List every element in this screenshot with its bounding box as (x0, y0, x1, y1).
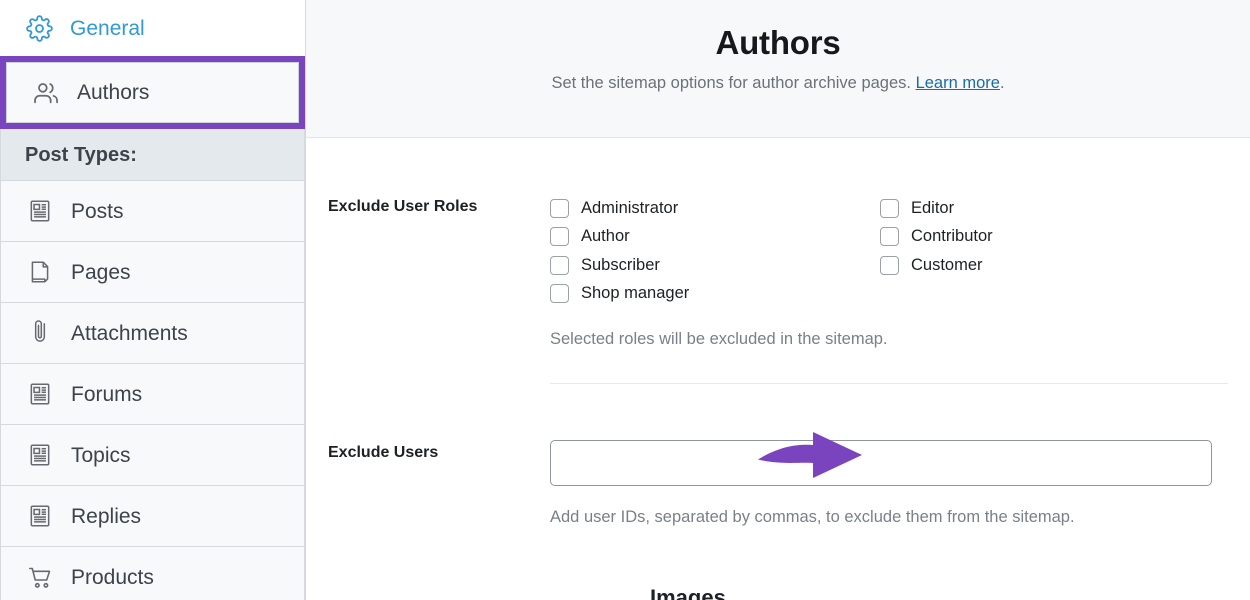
sidebar-item-label: Replies (71, 504, 142, 528)
sidebar-item-replies[interactable]: Replies (0, 486, 305, 547)
checkbox-row-editor[interactable]: Editor (880, 194, 1210, 223)
checkbox-label: Contributor (911, 227, 993, 246)
sidebar-item-label: Attachments (71, 321, 188, 345)
images-section-heading: Images (650, 585, 726, 600)
settings-sidebar: General Authors Post Types: Posts Pages … (0, 0, 306, 600)
checkbox-label: Customer (911, 255, 983, 274)
gear-icon (24, 13, 54, 43)
exclude-users-helper: Add user IDs, separated by commas, to ex… (550, 508, 1075, 526)
users-icon (31, 78, 61, 108)
checkbox-label: Shop manager (581, 284, 690, 303)
checkbox-contributor[interactable] (880, 227, 899, 247)
exclude-users-label: Exclude Users (328, 444, 439, 461)
checkbox-label: Administrator (581, 198, 679, 217)
sidebar-item-label: Posts (71, 199, 124, 223)
main-content: Authors Set the sitemap options for auth… (306, 0, 1250, 600)
checkbox-row-author[interactable]: Author (550, 223, 880, 252)
settings-body: Exclude User Roles Administrator Author (306, 138, 1250, 600)
checkbox-shop-manager[interactable] (550, 284, 569, 304)
authors-highlight-box: Authors (0, 56, 305, 129)
learn-more-link[interactable]: Learn more (916, 74, 1000, 92)
page-icon (25, 257, 55, 287)
sidebar-item-authors[interactable]: Authors (6, 62, 299, 123)
sidebar-item-general[interactable]: General (0, 0, 305, 56)
checkbox-row-contributor[interactable]: Contributor (880, 223, 1210, 252)
role-checkbox-grid: Administrator Author Subscriber Shop man… (550, 194, 1228, 308)
sidebar-item-forums[interactable]: Forums (0, 364, 305, 425)
page-header: Authors Set the sitemap options for auth… (306, 0, 1250, 138)
sidebar-section-label: Post Types: (25, 143, 137, 166)
checkbox-author[interactable] (550, 227, 569, 247)
sidebar-item-label: Products (71, 565, 154, 589)
sidebar-item-attachments[interactable]: Attachments (0, 303, 305, 364)
checkbox-editor[interactable] (880, 198, 899, 218)
sidebar-item-general-label: General (70, 16, 145, 40)
field-exclude-user-roles: Exclude User Roles Administrator Author (328, 138, 1228, 384)
sidebar-item-pages[interactable]: Pages (0, 242, 305, 303)
sidebar-section-post-types: Post Types: (0, 129, 305, 181)
checkbox-administrator[interactable] (550, 198, 569, 218)
exclude-user-roles-helper: Selected roles will be excluded in the s… (550, 330, 888, 348)
checkbox-subscriber[interactable] (550, 255, 569, 275)
exclude-user-roles-control: Administrator Author Subscriber Shop man… (550, 194, 1228, 384)
field-exclude-users: Exclude Users Add user IDs, separated by… (328, 384, 1228, 527)
paperclip-icon (25, 318, 55, 348)
checkbox-row-administrator[interactable]: Administrator (550, 194, 880, 223)
checkbox-label: Subscriber (581, 255, 660, 274)
checkbox-row-shop-manager[interactable]: Shop manager (550, 280, 880, 309)
page-description-period: . (999, 74, 1005, 92)
document-text-icon (25, 440, 55, 470)
exclude-users-control: Add user IDs, separated by commas, to ex… (550, 440, 1228, 527)
document-text-icon (25, 196, 55, 226)
document-text-icon (25, 379, 55, 409)
checkbox-row-customer[interactable]: Customer (880, 251, 1210, 280)
sidebar-item-authors-label: Authors (77, 81, 150, 104)
sidebar-item-products[interactable]: Products (0, 547, 305, 600)
role-column-right: Editor Contributor Customer (880, 194, 1210, 308)
shopping-cart-icon (25, 562, 55, 592)
sidebar-item-label: Forums (71, 382, 143, 406)
page-description: Set the sitemap options for author archi… (306, 74, 1250, 93)
exclude-user-roles-label: Exclude User Roles (328, 198, 478, 215)
sidebar-item-posts[interactable]: Posts (0, 181, 305, 242)
sidebar-item-label: Pages (71, 260, 131, 284)
sidebar-item-topics[interactable]: Topics (0, 425, 305, 486)
role-column-left: Administrator Author Subscriber Shop man… (550, 194, 880, 308)
sidebar-item-label: Topics (71, 443, 131, 467)
app-root: General Authors Post Types: Posts Pages … (0, 0, 1250, 600)
exclude-users-input[interactable] (550, 440, 1212, 486)
document-text-icon (25, 501, 55, 531)
page-title: Authors (715, 24, 841, 61)
section-divider (550, 383, 1228, 384)
checkbox-label: Author (581, 227, 630, 246)
checkbox-row-subscriber[interactable]: Subscriber (550, 251, 880, 280)
page-description-text: Set the sitemap options for author archi… (551, 74, 911, 92)
checkbox-customer[interactable] (880, 255, 899, 275)
checkbox-label: Editor (911, 198, 955, 217)
